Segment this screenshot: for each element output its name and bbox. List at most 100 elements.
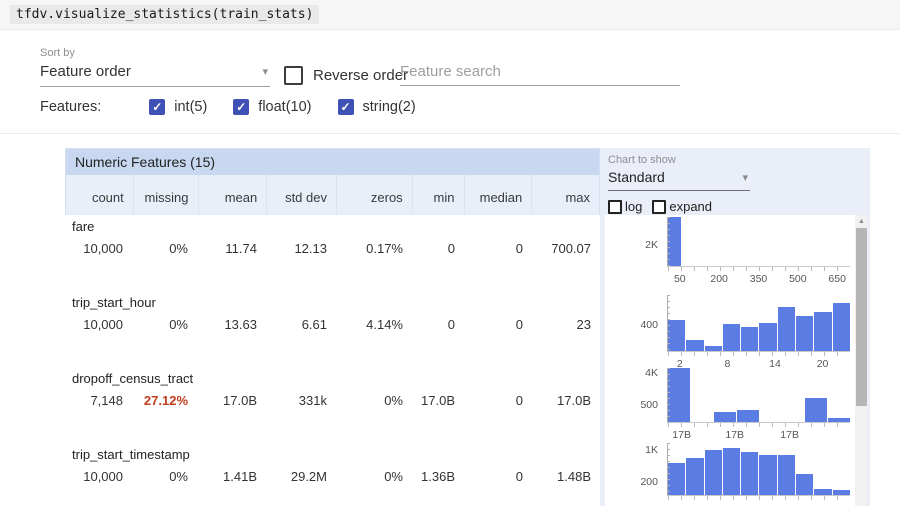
- histogram-plot: [667, 368, 850, 423]
- feature-name: trip_start_timestamp: [65, 447, 600, 466]
- filter-int-label: int(5): [174, 99, 207, 115]
- histogram-charts: 2K 50200350500650 400 281420 4K500 17B17…: [605, 215, 855, 506]
- y-axis-labels: 1K200: [605, 443, 663, 496]
- check-icon: ✓: [149, 99, 165, 115]
- stat-value: 0: [412, 317, 464, 332]
- stat-value: 1.41B: [197, 469, 266, 484]
- numeric-features-table: Numeric Features (15) count missing mean…: [65, 148, 600, 506]
- table-title: Numeric Features (15): [65, 148, 600, 175]
- chart-to-show-label: Chart to show: [608, 154, 758, 166]
- column-header-stddev: std dev: [266, 175, 336, 214]
- x-axis-labels: [667, 502, 850, 506]
- stat-value: 0%: [132, 317, 197, 332]
- stat-value: 0: [464, 317, 532, 332]
- scroll-up-icon[interactable]: ▲: [855, 215, 868, 227]
- chart-panel: Chart to show Standard ▾ log expand 2K: [600, 148, 870, 506]
- expand-label: expand: [669, 199, 712, 214]
- filter-float-label: float(10): [258, 99, 311, 115]
- features-label: Features:: [40, 99, 101, 115]
- chart-type-value: Standard: [608, 169, 665, 185]
- checkbox-unchecked-icon: [284, 66, 303, 85]
- feature-search: [400, 58, 680, 86]
- log-checkbox[interactable]: log: [608, 199, 642, 214]
- stat-value: 4.14%: [336, 317, 412, 332]
- sort-by-select[interactable]: Sort by Feature order ▾: [40, 47, 270, 87]
- stat-value: 13.63: [197, 317, 266, 332]
- stat-value: 10,000: [65, 469, 132, 484]
- filter-string-label: string(2): [363, 99, 416, 115]
- column-header-mean: mean: [198, 175, 267, 214]
- column-header-missing: missing: [133, 175, 198, 214]
- feature-name: fare: [65, 219, 600, 238]
- feature-name: trip_start_hour: [65, 295, 600, 314]
- scrollbar[interactable]: ▲: [855, 215, 868, 506]
- stat-value: 29.2M: [266, 469, 336, 484]
- sort-by-label: Sort by: [40, 47, 270, 59]
- stat-value: 0%: [336, 393, 412, 408]
- column-header-median: median: [464, 175, 532, 214]
- filter-int-checkbox[interactable]: ✓ int(5): [149, 99, 207, 115]
- expand-checkbox[interactable]: expand: [652, 199, 712, 214]
- table-row: fare 10,000 0% 11.74 12.13 0.17% 0 0 700…: [65, 215, 600, 291]
- table-row: dropoff_census_tract 7,148 27.12% 17.0B …: [65, 367, 600, 443]
- stat-value: 0: [464, 393, 532, 408]
- feature-type-filters: Features: ✓ int(5) ✓ float(10) ✓ string(…: [40, 99, 442, 115]
- checkbox-unchecked-icon: [652, 200, 666, 214]
- filter-float-checkbox[interactable]: ✓ float(10): [233, 99, 311, 115]
- x-axis-labels: 50200350500650: [667, 273, 850, 287]
- stat-value: 11.74: [197, 241, 266, 256]
- stat-value: 0%: [132, 241, 197, 256]
- scrollbar-thumb[interactable]: [856, 228, 867, 406]
- stat-value: 10,000: [65, 241, 132, 256]
- table-row: trip_start_hour 10,000 0% 13.63 6.61 4.1…: [65, 291, 600, 367]
- log-label: log: [625, 199, 642, 214]
- check-icon: ✓: [338, 99, 354, 115]
- column-header-min: min: [412, 175, 464, 214]
- divider: [0, 133, 900, 134]
- stat-value: 17.0B: [412, 393, 464, 408]
- check-icon: ✓: [233, 99, 249, 115]
- stat-value: 6.61: [266, 317, 336, 332]
- sort-by-value: Feature order: [40, 63, 131, 80]
- stat-value: 331k: [266, 393, 336, 408]
- filter-string-checkbox[interactable]: ✓ string(2): [338, 99, 416, 115]
- stat-value: 1.48B: [532, 469, 600, 484]
- stat-value: 700.07: [532, 241, 600, 256]
- stat-value: 7,148: [65, 393, 132, 408]
- chart-type-select[interactable]: Standard ▾: [608, 166, 750, 191]
- stat-value: 0.17%: [336, 241, 412, 256]
- code-cell[interactable]: tfdv.visualize_statistics(train_stats): [0, 0, 900, 30]
- stat-value: 23: [532, 317, 600, 332]
- histogram-plot: [667, 295, 850, 352]
- chevron-down-icon: ▾: [262, 65, 268, 78]
- y-axis-labels: 4K500: [605, 368, 663, 423]
- histogram-plot: [667, 217, 850, 267]
- feature-search-input[interactable]: [400, 58, 680, 86]
- stat-value: 0: [464, 469, 532, 484]
- x-axis-labels: 17B17B17B: [667, 429, 850, 443]
- table-row: trip_start_timestamp 10,000 0% 1.41B 29.…: [65, 443, 600, 506]
- reverse-order-label: Reverse order: [313, 67, 408, 84]
- stat-value: 0%: [132, 469, 197, 484]
- table-column-headers: count missing mean std dev zeros min med…: [65, 175, 600, 215]
- stat-value: 1.36B: [412, 469, 464, 484]
- reverse-order-checkbox[interactable]: Reverse order: [284, 66, 408, 85]
- histogram-plot: [667, 443, 850, 496]
- y-axis-labels: 2K: [605, 217, 663, 267]
- chevron-down-icon: ▾: [742, 171, 748, 184]
- feature-name: dropoff_census_tract: [65, 371, 600, 390]
- stat-value-missing-alert: 27.12%: [132, 393, 197, 408]
- column-header-count: count: [66, 175, 133, 214]
- stat-value: 0%: [336, 469, 412, 484]
- tfdv-statistics-widget: tfdv.visualize_statistics(train_stats) S…: [0, 0, 900, 506]
- checkbox-unchecked-icon: [608, 200, 622, 214]
- column-header-max: max: [531, 175, 599, 214]
- stat-value: 12.13: [266, 241, 336, 256]
- y-axis-labels: 400: [605, 295, 663, 352]
- stat-value: 17.0B: [532, 393, 600, 408]
- stat-value: 10,000: [65, 317, 132, 332]
- column-header-zeros: zeros: [336, 175, 412, 214]
- code-text[interactable]: tfdv.visualize_statistics(train_stats): [10, 5, 319, 24]
- stat-value: 0: [412, 241, 464, 256]
- stat-value: 0: [464, 241, 532, 256]
